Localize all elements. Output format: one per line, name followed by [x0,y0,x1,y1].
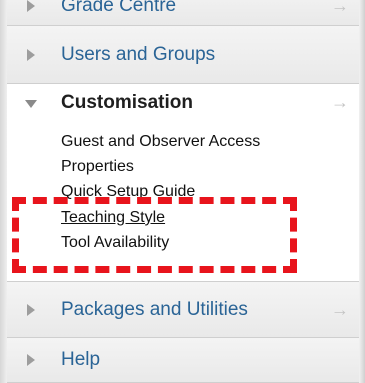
section-label: Users and Groups [61,43,216,65]
expand-triangle-icon [27,48,35,61]
collapse-triangle-icon[interactable] [25,100,37,108]
menu-item-guest-observer-access[interactable]: Guest and Observer Access [61,133,260,151]
section-customisation: Customisation → Guest and Observer Acces… [7,84,359,282]
section-grade-centre[interactable]: Grade Centre → [7,0,359,26]
section-title[interactable]: Customisation [61,92,193,114]
menu-item-properties[interactable]: Properties [61,158,134,176]
section-label: Packages and Utilities [61,298,248,320]
expand-triangle-icon [27,0,35,12]
section-help[interactable]: Help [7,338,359,383]
section-users-and-groups[interactable]: Users and Groups [7,26,359,84]
section-packages-and-utilities[interactable]: Packages and Utilities → [7,282,359,338]
course-management-panel: Grade Centre → Users and Groups Customis… [0,0,365,383]
expand-triangle-icon [27,303,35,316]
menu-item-quick-setup-guide[interactable]: Quick Setup Guide [61,183,195,201]
panel-left-edge [0,0,7,383]
arrow-right-icon[interactable]: → [331,92,349,113]
section-label: Help [61,349,101,370]
menu-item-tool-availability[interactable]: Tool Availability [61,234,169,252]
menu-item-teaching-style[interactable]: Teaching Style [61,209,165,227]
arrow-right-icon: → [331,299,349,319]
expand-triangle-icon [27,354,35,366]
section-label: Grade Centre [61,0,177,16]
arrow-right-icon: → [331,0,349,15]
panel-right-edge [359,0,365,383]
